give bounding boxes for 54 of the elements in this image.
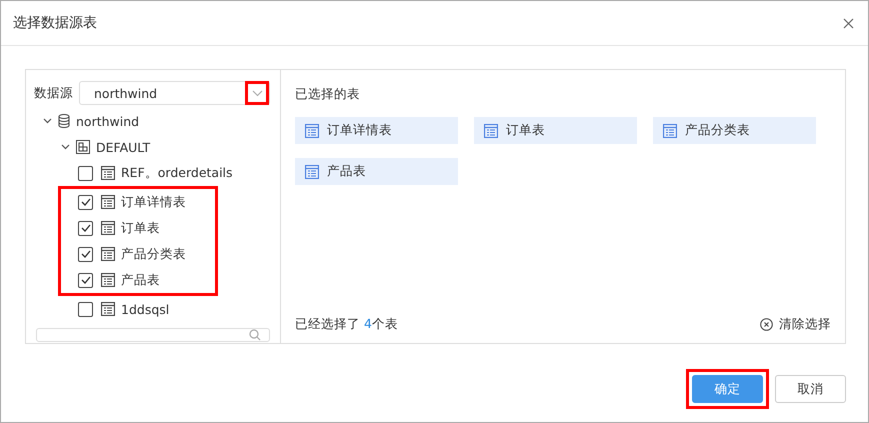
selection-summary: 已经选择了 4个表 xyxy=(295,316,398,333)
table-icon xyxy=(101,247,115,261)
checkbox[interactable] xyxy=(78,220,93,236)
check-icon xyxy=(80,276,90,284)
clear-selection-button[interactable]: 清除选择 xyxy=(760,316,831,333)
tree-item-label[interactable]: northwind xyxy=(76,114,140,128)
table-name: 订单表 xyxy=(506,122,545,139)
selected-table-chip[interactable]: 产品表 xyxy=(295,158,458,185)
search-icon xyxy=(249,329,261,341)
table-icon xyxy=(305,124,319,138)
checkbox[interactable] xyxy=(78,302,93,316)
search-field[interactable] xyxy=(36,328,270,342)
close-icon[interactable] xyxy=(843,18,854,28)
schema-icon xyxy=(76,140,90,154)
panel-title: 已选择的表 xyxy=(295,86,361,103)
table-icon xyxy=(101,195,115,209)
tree-item-label[interactable]: REF。orderdetails xyxy=(121,164,233,182)
checkbox[interactable] xyxy=(78,246,93,262)
table-icon xyxy=(484,124,498,138)
table-name: 产品分类表 xyxy=(685,122,750,139)
datasource-label: 数据源 xyxy=(34,84,73,102)
check-icon xyxy=(80,250,90,258)
check-icon xyxy=(80,224,90,232)
expand-toggle[interactable] xyxy=(60,144,70,150)
table-icon xyxy=(101,302,115,316)
tree-item-label[interactable]: 1ddsqsl xyxy=(121,302,170,316)
cancel-button[interactable]: 取消 xyxy=(775,375,846,403)
table-icon xyxy=(101,166,115,180)
table-icon xyxy=(101,221,115,235)
selected-table-chip[interactable]: 产品分类表 xyxy=(653,117,816,144)
tree-item-label[interactable]: 产品表 xyxy=(121,272,160,288)
clear-icon xyxy=(760,318,773,331)
expand-toggle[interactable] xyxy=(42,118,52,124)
database-icon xyxy=(58,114,70,128)
checkbox[interactable] xyxy=(78,194,93,210)
table-icon xyxy=(101,273,115,287)
tree-item-label[interactable]: 订单表 xyxy=(121,220,160,236)
chevron-icon xyxy=(252,90,262,96)
table-name: 产品表 xyxy=(327,163,366,180)
tree-item-label[interactable]: 产品分类表 xyxy=(121,246,186,262)
selected-table-chip[interactable]: 订单详情表 xyxy=(295,117,458,144)
tree-item-label[interactable]: DEFAULT xyxy=(96,140,150,154)
selected-table-chip[interactable]: 订单表 xyxy=(474,117,637,144)
dropdown-button[interactable] xyxy=(245,81,269,105)
dropdown-value: northwind xyxy=(94,86,158,100)
window-title: 选择数据源表 xyxy=(13,14,97,32)
checkbox[interactable] xyxy=(78,272,93,288)
checkbox[interactable] xyxy=(78,166,93,180)
datasource-dropdown[interactable]: northwind xyxy=(79,81,270,105)
table-name: 订单详情表 xyxy=(327,122,392,139)
check-icon xyxy=(80,198,90,206)
table-icon xyxy=(305,164,319,178)
table-icon xyxy=(663,124,677,138)
tree-item-label[interactable]: 订单详情表 xyxy=(121,194,186,210)
